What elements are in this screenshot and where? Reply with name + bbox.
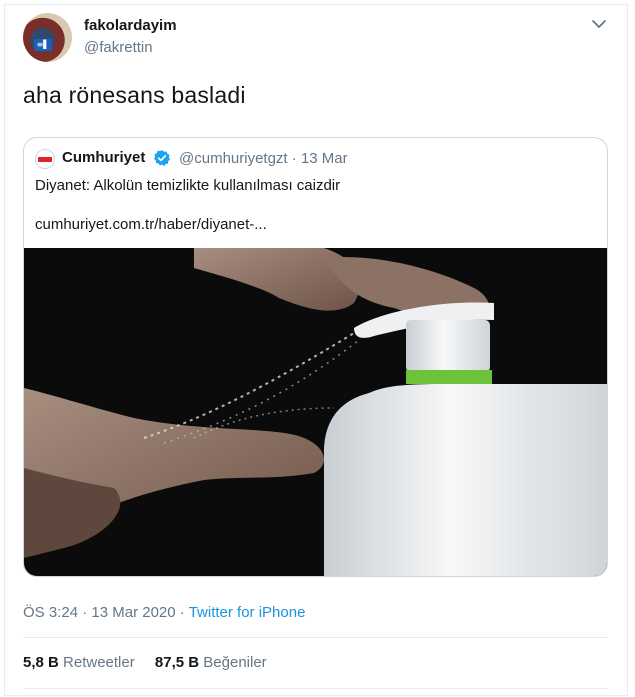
quoted-link[interactable]: cumhuriyet.com.tr/haber/diyanet-... (35, 216, 267, 233)
quoted-avatar[interactable] (35, 149, 55, 169)
quoted-date[interactable]: 13 Mar (301, 150, 348, 167)
author-avatar[interactable]: ≡▌ (23, 13, 72, 62)
verified-badge-icon (153, 150, 171, 167)
quoted-text: Diyanet: Alkolün temizlikte kullanılması… (35, 177, 341, 194)
quoted-photo[interactable] (24, 248, 608, 577)
quoted-tweet[interactable]: Cumhuriyet @cumhuriyetgzt · 13 Mar Diyan… (23, 137, 608, 577)
likes-stat[interactable]: 87,5 B Beğeniler (155, 654, 267, 671)
chevron-down-icon[interactable] (591, 18, 607, 30)
quoted-avatar-logo (38, 157, 52, 162)
quoted-separator: · (291, 150, 297, 167)
quoted-meta: @cumhuriyetgzt · 13 Mar (179, 150, 348, 167)
retweets-label: Retweetler (63, 654, 135, 671)
tweet-source-link[interactable]: Twitter for iPhone (189, 604, 306, 621)
tweet-date[interactable]: 13 Mar 2020 (91, 604, 175, 621)
engagement-stats: 5,8 B Retweetler 87,5 B Beğeniler (23, 654, 283, 671)
tweet-timestamp: ÖS 3:24 · 13 Mar 2020 · Twitter for iPho… (23, 604, 305, 621)
avatar-badge: ≡▌ (34, 39, 52, 51)
tweet-time[interactable]: ÖS 3:24 (23, 604, 78, 621)
likes-count: 87,5 B (154, 654, 200, 671)
author-handle[interactable]: @fakrettin (84, 39, 153, 56)
author-display-name[interactable]: fakolardayim (84, 17, 177, 34)
likes-label: Beğeniler (203, 654, 267, 671)
quoted-display-name[interactable]: Cumhuriyet (62, 149, 145, 166)
divider-bottom (23, 688, 608, 689)
retweets-stat[interactable]: 5,8 B Retweetler (23, 654, 135, 671)
divider-top (23, 637, 608, 638)
tweet-text: aha rönesans basladi (23, 82, 246, 108)
timestamp-separator-1: · (82, 604, 88, 621)
timestamp-separator-2: · (179, 604, 185, 621)
quoted-handle[interactable]: @cumhuriyetgzt (179, 150, 288, 167)
retweets-count: 5,8 B (23, 654, 59, 671)
